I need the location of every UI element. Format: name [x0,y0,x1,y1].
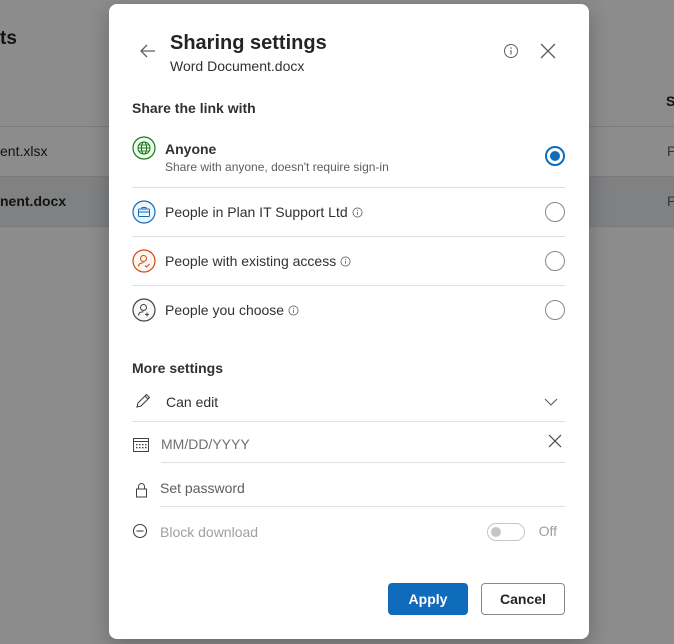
lock-icon [136,483,147,498]
info-icon[interactable] [352,207,363,218]
radio-organization[interactable] [545,202,565,222]
info-icon[interactable] [340,256,351,267]
apply-button[interactable]: Apply [388,583,468,615]
info-icon[interactable] [288,305,299,316]
globe-icon [132,136,156,160]
password-input[interactable]: Set password [160,480,245,496]
dialog-title: Sharing settings [170,32,327,54]
share-section-label: Share the link with [132,100,256,116]
expiration-date-input[interactable]: MM/DD/YYYY [161,436,250,452]
close-icon [540,43,556,59]
radio-anyone[interactable] [545,146,565,166]
divider [160,506,565,507]
info-button[interactable] [503,43,519,59]
more-settings-label: More settings [132,360,224,376]
toggle-state-label: Off [538,523,557,539]
back-button[interactable] [137,40,159,62]
cancel-button[interactable]: Cancel [481,583,565,615]
share-option-existing-access[interactable]: People with existing access [132,237,565,286]
divider [161,462,565,463]
block-download-label: Block download [160,524,259,540]
share-option-anyone[interactable]: Anyone Share with anyone, doesn't requir… [132,134,565,188]
block-download-toggle[interactable] [487,523,525,541]
radio-specific-people[interactable] [545,300,565,320]
divider [132,421,565,422]
person-check-icon [132,249,156,273]
sharing-settings-dialog: Sharing settings Word Document.docx Shar… [109,4,589,639]
option-label-wrap: People you choose [165,302,299,318]
calendar-icon[interactable] [132,436,150,454]
option-label: Anyone [165,141,217,157]
option-label: People you choose [165,302,285,318]
briefcase-icon [132,200,156,224]
option-label: People in Plan IT Support Ltd [165,204,348,220]
person-add-icon [132,298,156,322]
pencil-icon [136,393,151,408]
clear-date-icon[interactable] [547,433,563,449]
info-icon [504,44,518,58]
dialog-subtitle: Word Document.docx [170,58,305,74]
share-option-specific-people[interactable]: People you choose [132,286,565,334]
block-icon [132,523,148,539]
block-download-row: Block download Off [132,511,565,553]
option-label-wrap: People in Plan IT Support Ltd [165,204,363,220]
option-label: People with existing access [165,253,337,269]
close-button[interactable] [539,42,557,60]
share-option-organization[interactable]: People in Plan IT Support Ltd [132,188,565,237]
arrow-left-icon [140,44,155,58]
option-description: Share with anyone, doesn't require sign-… [165,160,389,174]
chevron-down-icon [544,398,558,406]
permission-dropdown[interactable]: Can edit [132,382,565,422]
option-label-wrap: People with existing access [165,253,351,269]
expiration-date-field[interactable]: MM/DD/YYYY [132,423,565,463]
password-field[interactable]: Set password [132,467,565,507]
permission-value: Can edit [166,394,219,410]
radio-existing-access[interactable] [545,251,565,271]
